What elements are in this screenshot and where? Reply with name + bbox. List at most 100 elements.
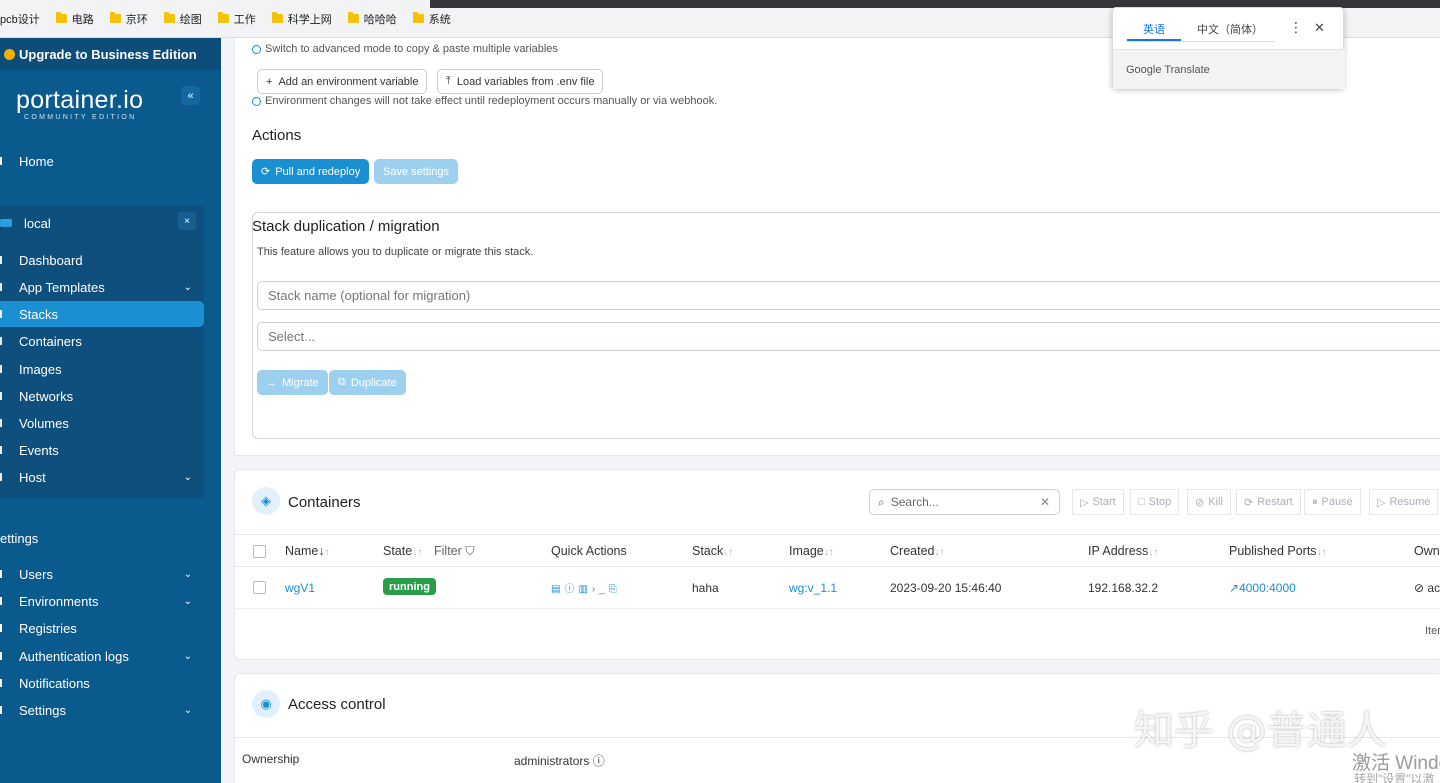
- events-icon: [0, 446, 6, 454]
- column-stack[interactable]: Stack↓↑: [692, 544, 733, 558]
- resume-button[interactable]: ▷ Resume: [1369, 489, 1439, 515]
- column-quick-actions: Quick Actions: [551, 544, 627, 558]
- more-options-icon[interactable]: ⋮: [1289, 19, 1303, 36]
- quick-actions: ▤ⓘ▥›_⎘: [551, 580, 621, 595]
- bookmark-item[interactable]: pcb设计: [0, 11, 40, 27]
- logs-icon[interactable]: ▤: [551, 584, 564, 595]
- sort-icon: ↓↑: [1316, 547, 1327, 558]
- folder-icon: [109, 12, 121, 23]
- duplication-description: This feature allows you to duplicate or …: [257, 246, 534, 258]
- containers-icon: [0, 337, 6, 345]
- restart-button[interactable]: ⟳ Restart: [1236, 489, 1301, 515]
- sort-icon: ↑: [324, 547, 330, 558]
- actions-title: Actions: [252, 127, 302, 144]
- help-icon[interactable]: ⓘ: [593, 754, 605, 768]
- container-image-link[interactable]: wg:v_1.1: [789, 581, 837, 595]
- column-owner[interactable]: Own: [1414, 544, 1440, 558]
- kill-button[interactable]: ⊘ Kill: [1187, 489, 1231, 515]
- sort-icon: ↓↑: [1148, 547, 1159, 558]
- pause-button[interactable]: ⏸ Pause: [1304, 489, 1361, 515]
- tab-chinese[interactable]: 中文（简体）: [1197, 21, 1263, 37]
- stack-name-input[interactable]: Stack name (optional for migration): [257, 281, 1440, 310]
- search-input[interactable]: ⌕ Search... ✕: [869, 489, 1060, 515]
- column-state[interactable]: State↓↑: [383, 544, 422, 558]
- stop-icon: □: [1138, 496, 1145, 508]
- load-env-file-button[interactable]: ⤒ Load variables from .env file: [437, 69, 604, 94]
- duplicate-button[interactable]: ⧉ Duplicate: [329, 370, 406, 395]
- sidebar-item-app-templates[interactable]: App Templates ⌄: [0, 274, 204, 300]
- published-port-link[interactable]: ↗4000:4000: [1229, 581, 1296, 595]
- bookmark-item[interactable]: 哈哈哈: [347, 11, 397, 27]
- collapse-sidebar-button[interactable]: «: [181, 86, 200, 105]
- console-icon[interactable]: ›_: [592, 584, 609, 595]
- bookmark-item[interactable]: 绘图: [163, 11, 202, 27]
- sidebar-item-host[interactable]: Host ⌄: [0, 464, 204, 490]
- migrate-button[interactable]: → Migrate: [257, 370, 328, 395]
- sidebar-item-home[interactable]: Home: [0, 150, 221, 172]
- dashboard-icon: [0, 256, 6, 264]
- column-ports[interactable]: Published Ports↓↑: [1229, 544, 1327, 558]
- duplication-title: Stack duplication / migration: [252, 218, 440, 235]
- networks-icon: [0, 392, 6, 400]
- sidebar-item-stacks[interactable]: Stacks: [0, 301, 204, 327]
- bookmark-item[interactable]: 工作: [217, 11, 256, 27]
- sidebar-item-events[interactable]: Events: [0, 437, 204, 463]
- tab-divider: [1127, 41, 1275, 42]
- logo-subtitle: COMMUNITY EDITION: [24, 114, 137, 121]
- state-filter[interactable]: Filter ⛉: [434, 544, 475, 559]
- sidebar-item-users[interactable]: Users ⌄: [0, 562, 204, 586]
- plus-icon: +: [266, 75, 273, 88]
- status-badge: running: [383, 578, 436, 595]
- upgrade-banner[interactable]: Upgrade to Business Edition: [0, 38, 221, 70]
- tab-english[interactable]: 英语: [1143, 21, 1165, 37]
- column-name[interactable]: Name↓↑: [285, 544, 330, 558]
- access-control-title: Access control: [288, 696, 386, 713]
- environment-select[interactable]: Select...: [257, 322, 1440, 351]
- sidebar-item-registries[interactable]: Registries: [0, 616, 204, 640]
- chevron-down-icon: ⌄: [183, 568, 192, 580]
- close-environment-button[interactable]: ×: [178, 212, 196, 230]
- google-translate-popup: 英语 中文（简体） ⋮ ✕ Google Translate: [1112, 7, 1345, 89]
- container-created: 2023-09-20 15:46:40: [890, 581, 1002, 595]
- sidebar-item-settings[interactable]: Settings ⌄: [0, 698, 204, 722]
- column-created[interactable]: Created↓↑: [890, 544, 944, 558]
- select-all-checkbox[interactable]: [253, 545, 266, 558]
- attach-icon[interactable]: ⎘: [609, 584, 621, 595]
- env-changes-hint: Environment changes will not take effect…: [252, 95, 717, 107]
- sidebar-item-networks[interactable]: Networks: [0, 383, 204, 409]
- start-button[interactable]: ▷ Start: [1072, 489, 1124, 515]
- sidebar-item-volumes[interactable]: Volumes: [0, 410, 204, 436]
- sidebar-item-dashboard[interactable]: Dashboard: [0, 247, 204, 273]
- pull-redeploy-button[interactable]: ⟳ Pull and redeploy: [252, 159, 370, 184]
- inspect-icon[interactable]: ⓘ: [564, 584, 578, 595]
- bookmark-item[interactable]: 系统: [412, 11, 451, 27]
- container-ip: 192.168.32.2: [1088, 581, 1159, 595]
- portainer-logo[interactable]: portainer.io: [16, 86, 143, 115]
- save-settings-button[interactable]: Save settings: [374, 159, 459, 184]
- sidebar-item-images[interactable]: Images: [0, 356, 204, 382]
- home-icon: [0, 157, 6, 165]
- stats-icon[interactable]: ▥: [578, 584, 591, 595]
- resume-icon: ▷: [1377, 496, 1386, 509]
- container-name-link[interactable]: wgV1: [285, 581, 315, 595]
- stop-button[interactable]: □ Stop: [1130, 489, 1180, 515]
- folder-icon: [347, 12, 359, 23]
- add-env-variable-button[interactable]: + Add an environment variable: [257, 69, 428, 94]
- sidebar-item-environments[interactable]: Environments ⌄: [0, 589, 204, 613]
- sidebar-item-authentication-logs[interactable]: Authentication logs ⌄: [0, 644, 204, 668]
- sidebar-item-notifications[interactable]: Notifications: [0, 671, 204, 695]
- bookmark-item[interactable]: 电路: [55, 11, 94, 27]
- close-icon[interactable]: ✕: [1314, 20, 1325, 36]
- row-checkbox[interactable]: [253, 581, 266, 594]
- sidebar-item-containers[interactable]: Containers: [0, 328, 204, 354]
- containers-card: ◈ Containers ⌕ Search... ✕ ▷ Start □ Stop …: [234, 469, 1440, 660]
- column-ip[interactable]: IP Address↓↑: [1088, 544, 1158, 558]
- column-image[interactable]: Image↓↑: [789, 544, 834, 558]
- chevron-down-icon: ⌄: [183, 650, 192, 662]
- volumes-icon: [0, 419, 6, 427]
- clear-search-icon[interactable]: ✕: [1040, 495, 1050, 509]
- bookmark-item[interactable]: 科学上网: [271, 11, 332, 27]
- stacks-icon: [0, 310, 6, 318]
- bookmark-item[interactable]: 京环: [109, 11, 148, 27]
- info-icon: [252, 44, 261, 54]
